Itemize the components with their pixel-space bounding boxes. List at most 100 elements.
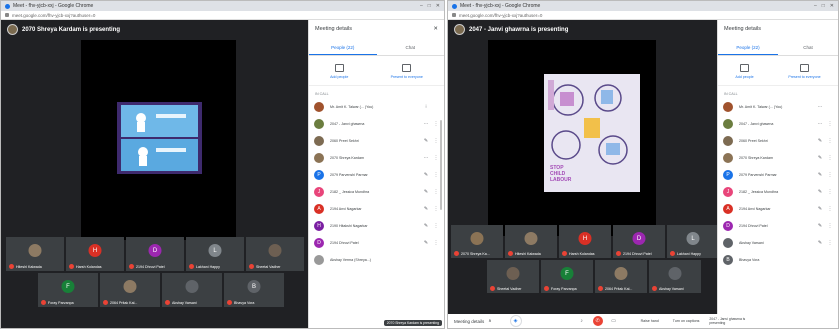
participant-tile[interactable]: D 2194 Dhruvi Patel [613,225,665,258]
present-button[interactable]: Present to everyone [391,64,423,79]
maximize-icon[interactable]: □ [822,3,825,9]
participant-tile[interactable]: Sheetal Vadher [246,237,304,271]
raise-hand-button[interactable]: Raise hand [641,319,659,323]
participant-row[interactable]: B Bhavya Vora [718,251,838,268]
participant-row[interactable]: P 2079 Parvenshi Parmar ✎ ⋮ [718,166,838,183]
minimize-icon[interactable]: – [420,3,423,9]
pin-icon[interactable]: ✎ [813,189,827,195]
close-window-icon[interactable]: ✕ [830,3,834,9]
tab-people[interactable]: People (22) [718,42,778,55]
participant-row[interactable]: Akshay Verma (Shreya...) [309,251,444,268]
pin-icon[interactable]: ··· [419,121,433,127]
participant-tile[interactable]: Sheetal Vadher [487,260,539,293]
participant-tile[interactable]: B Bhavya Vora [224,273,284,307]
participant-tile[interactable]: H Harsh Kolandas [559,225,611,258]
participant-tile[interactable]: 2064 Pritak Kal... [100,273,160,307]
pin-icon[interactable]: ✎ [813,240,827,246]
participant-row[interactable]: P 2079 Parvenshi Parmar ✎ ⋮ [309,166,444,183]
participant-row[interactable]: D 2194 Dhruvi Patel ✎ ⋮ [718,217,838,234]
pin-icon[interactable]: ✎ [813,172,827,178]
participant-row[interactable]: Mr. Amit K. Talwar (... (You) ··· [718,98,838,115]
participant-row[interactable]: J 2182 _ Jessica Mundhra ✎ ⋮ [718,183,838,200]
more-options-icon[interactable]: ⋮ [827,189,833,195]
more-options-icon[interactable]: ⋮ [827,172,833,178]
address-bar[interactable]: meet.google.com/fhv-yjcb-xxj?authuser=0 [1,11,444,20]
participant-row[interactable]: D 2194 Dhruvi Patel ✎ ⋮ [309,234,444,251]
minimize-icon[interactable]: – [814,3,817,9]
participant-tile[interactable]: 2070 Shreya Ka... [451,225,503,258]
participant-row[interactable]: 2047 - Janvi ghawrna ··· ⋮ [718,115,838,132]
shield-icon[interactable]: ◈ [509,315,522,327]
participant-tile[interactable]: F Foray Parvanpa [541,260,593,293]
tab-chat[interactable]: Chat [778,42,838,55]
participant-tile[interactable]: H Harsh Kolandas [66,237,124,271]
more-options-icon[interactable]: ⋮ [433,206,439,212]
participant-tile[interactable]: 2064 Pritak Kal... [595,260,647,293]
more-options-icon[interactable]: ⋮ [433,172,439,178]
address-bar[interactable]: meet.google.com/fhv-yjcb-xxj?authuser=0 [448,11,838,20]
more-options-icon[interactable]: ⋮ [827,206,833,212]
pin-icon[interactable]: ··· [813,121,827,127]
more-options-icon[interactable]: ⋮ [433,121,439,127]
tab-chat[interactable]: Chat [377,42,445,55]
pin-icon[interactable]: ✎ [813,223,827,229]
more-options-icon[interactable]: ⋮ [433,223,439,229]
pin-icon[interactable]: ✎ [813,138,827,144]
participant-tile[interactable]: F Foray Parvanpa [38,273,98,307]
more-options-icon[interactable]: ⋮ [827,223,833,229]
pin-icon[interactable]: ··· [813,104,827,110]
participant-tile[interactable]: L Lakhani Happy [186,237,244,271]
more-options-icon[interactable]: ⋮ [433,189,439,195]
more-options-icon[interactable]: ⋮ [433,240,439,246]
presenting-status[interactable]: 2047 - Janvi ghawrna is presenting [709,317,749,325]
participant-tile[interactable]: Akshay Varsani [649,260,701,293]
pin-icon[interactable]: ✎ [419,172,433,178]
pin-icon[interactable]: ⁝ [419,104,433,110]
scrollbar[interactable] [440,120,442,210]
more-options-icon[interactable]: ⋮ [433,155,439,161]
participant-tile[interactable]: Akshay Varsani [162,273,222,307]
window-controls[interactable]: – □ ✕ [420,3,444,9]
participant-tile[interactable]: Hiteshi Kalwada [505,225,557,258]
participant-row[interactable]: 2070 Shreya Kardam ✎ ⋮ [718,149,838,166]
participant-row[interactable]: 2060 Preet Sekhri ✎ ⋮ [718,132,838,149]
meeting-details-button[interactable]: Meeting details [454,319,484,324]
pin-icon[interactable]: ✎ [419,240,433,246]
participant-row[interactable]: 2060 Preet Sekhri ✎ ⋮ [309,132,444,149]
pin-icon[interactable]: ··· [419,155,433,161]
tab-people[interactable]: People (22) [309,42,377,55]
end-call-icon[interactable]: ✆ [592,316,603,326]
participant-row[interactable]: J 2182 _ Jessica Mundhra ✎ ⋮ [309,183,444,200]
captions-button[interactable]: Turn on captions [673,319,700,323]
more-options-icon[interactable]: ⋮ [827,121,833,127]
maximize-icon[interactable]: □ [428,3,431,9]
participant-row[interactable]: 2070 Shreya Kardam ··· ⋮ [309,149,444,166]
chevron-up-icon[interactable]: ∧ [488,318,491,324]
participant-row[interactable]: Akshay Varsani ✎ ⋮ [718,234,838,251]
participant-row[interactable]: 2047 - Janvi ghawrna ··· ⋮ [309,115,444,132]
pin-icon[interactable]: ✎ [419,223,433,229]
pin-icon[interactable]: ✎ [419,138,433,144]
more-options-icon[interactable]: ⋮ [827,138,833,144]
participant-row[interactable]: Mr. Amit K. Talwar (... (You) ⁝ [309,98,444,115]
add-people-button[interactable]: Add people [330,64,348,79]
present-button[interactable]: Present to everyone [788,64,821,79]
participant-row[interactable]: A 2194 Anvi Nagarkar ✎ ⋮ [309,200,444,217]
pin-icon[interactable]: ✎ [419,206,433,212]
pin-icon[interactable]: ✎ [813,206,827,212]
participant-row[interactable]: H 2190 Hitakshi Nagarkar ✎ ⋮ [309,217,444,234]
window-controls[interactable]: – □ ✕ [814,3,838,9]
participant-row[interactable]: A 2194 Anvi Nagarkar ✎ ⋮ [718,200,838,217]
participant-tile[interactable]: L Lakhani Happy [667,225,719,258]
close-panel-icon[interactable]: ✕ [433,26,438,32]
mic-icon[interactable]: ♪ [577,316,587,326]
camera-icon[interactable]: ▭ [609,316,619,326]
pin-icon[interactable]: ✎ [419,189,433,195]
participant-tile[interactable]: D 2194 Dhruvi Patel [126,237,184,271]
pin-icon[interactable]: ✎ [813,155,827,161]
more-options-icon[interactable]: ⋮ [827,155,833,161]
add-people-button[interactable]: Add people [735,64,754,79]
more-options-icon[interactable]: ⋮ [433,138,439,144]
more-options-icon[interactable]: ⋮ [827,240,833,246]
close-window-icon[interactable]: ✕ [436,3,440,9]
